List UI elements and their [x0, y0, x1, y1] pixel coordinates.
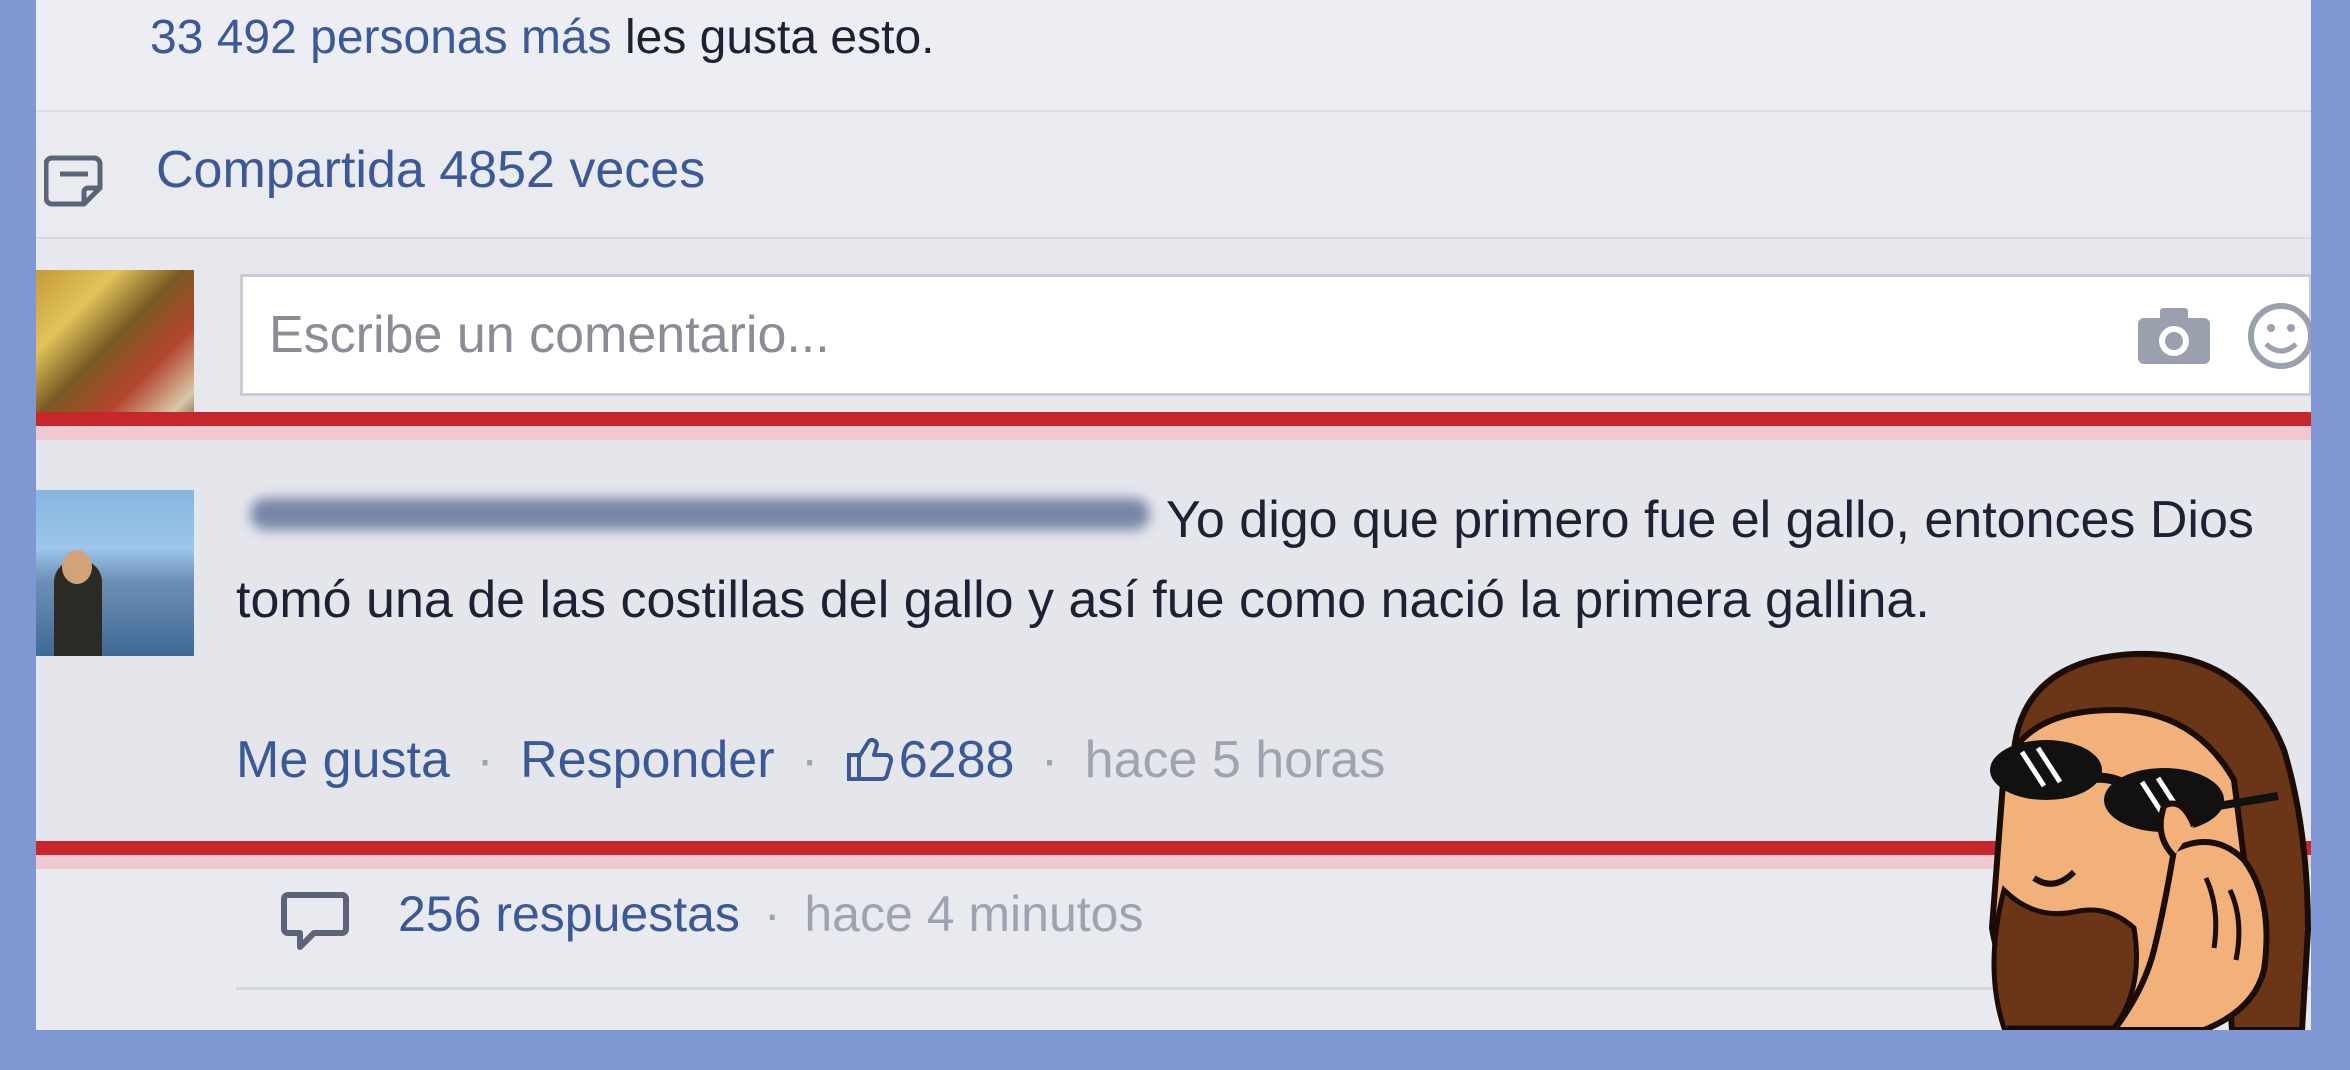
- replies-summary: 256 respuestas · hace 4 minutos: [398, 885, 1143, 943]
- speech-bubble-icon: [280, 889, 350, 960]
- smiley-icon[interactable]: [2246, 298, 2311, 379]
- highlight-pink-band: [36, 426, 2311, 440]
- post-panel: 33 492 personas más les gusta esto. Comp…: [36, 0, 2311, 1030]
- shares-row: Compartida 4852 veces: [36, 112, 2311, 239]
- share-icon: [43, 148, 108, 217]
- likes-summary-prefix[interactable]: 33 492 personas más: [150, 11, 612, 64]
- commenter-avatar[interactable]: [36, 490, 194, 656]
- thumbs-up-icon: [845, 735, 893, 796]
- camera-icon[interactable]: [2134, 304, 2214, 373]
- comment-timestamp[interactable]: hace 5 horas: [1085, 731, 1386, 789]
- likes-row: 33 492 personas más les gusta esto.: [36, 0, 2311, 112]
- comment-text: Yo digo que primero fue el gallo, entonc…: [236, 480, 2311, 640]
- replies-timestamp: hace 4 minutos: [804, 886, 1144, 942]
- likes-summary[interactable]: 33 492 personas más les gusta esto.: [150, 10, 934, 65]
- avatar-person-face: [62, 550, 92, 584]
- separator-dot: ·: [476, 731, 494, 789]
- comment-input[interactable]: [240, 274, 2311, 396]
- replies-row: 256 respuestas · hace 4 minutos: [36, 869, 2311, 1030]
- sunglasses-meme-face-image: [1974, 640, 2311, 1030]
- comment-item: Yo digo que primero fue el gallo, entonc…: [36, 440, 2311, 841]
- comment-like-link[interactable]: Me gusta: [236, 731, 450, 789]
- likes-summary-suffix: les gusta esto.: [624, 11, 935, 64]
- comment-reply-link[interactable]: Responder: [520, 731, 774, 789]
- highlight-red-line: [36, 841, 2311, 855]
- separator-dot: ·: [1040, 731, 1059, 789]
- highlight-pink-band: [36, 855, 2311, 869]
- separator-dot: ·: [800, 731, 819, 789]
- comment-actions: Me gusta · Responder · 6288 · hace 5 hor…: [236, 730, 1385, 796]
- separator-dot: ·: [763, 886, 781, 942]
- shares-count-link[interactable]: Compartida 4852 veces: [156, 140, 705, 200]
- comment-like-count[interactable]: 6288: [845, 731, 1029, 789]
- comment-text-first-line: Yo digo que primero fue el gallo, entonc…: [1166, 491, 2136, 549]
- like-count-value: 6288: [898, 731, 1015, 789]
- highlight-red-line: [36, 412, 2311, 426]
- replies-count-link[interactable]: 256 respuestas: [398, 886, 740, 942]
- comment-composer: [36, 240, 2311, 440]
